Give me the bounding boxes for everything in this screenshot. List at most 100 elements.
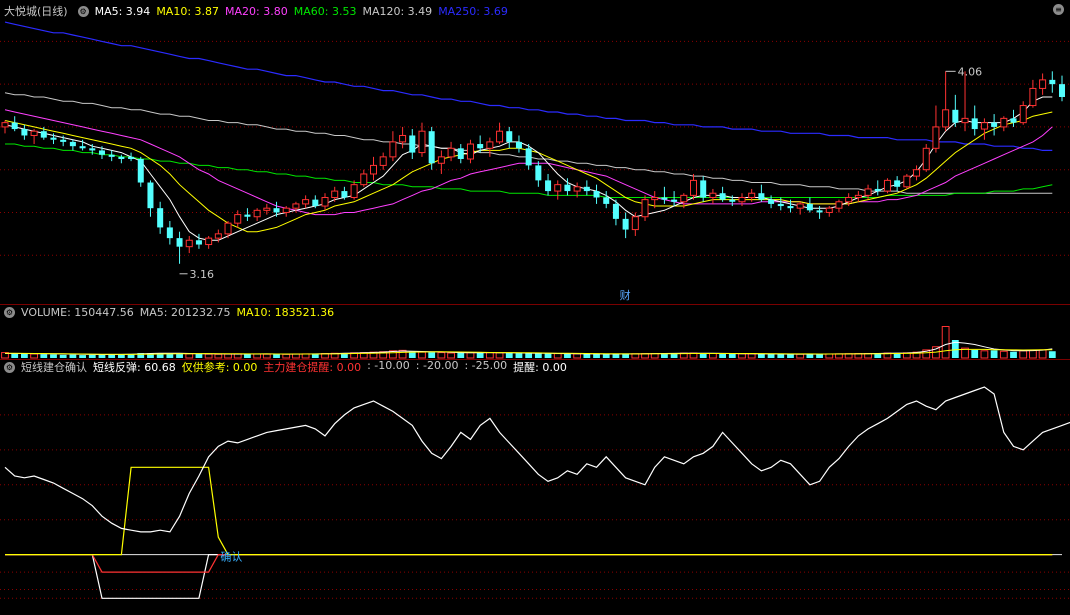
volume-bar: [728, 353, 736, 358]
candle-body: [816, 210, 823, 213]
finance-event-marker: 财: [620, 288, 631, 302]
candle-body: [651, 196, 659, 201]
candle-body: [932, 126, 940, 149]
volume-bar: [787, 354, 794, 358]
volume-legend-item: MA10: 183521.36: [236, 305, 335, 319]
candle-body: [864, 188, 872, 196]
volume-bar: [990, 350, 998, 358]
volume-legend-items: VOLUME: 150447.56 MA5: 201232.75 MA10: 183…: [21, 306, 340, 319]
ma120-line: [4, 92, 1053, 194]
high-price-label: 4.06: [958, 65, 983, 78]
indicator-legend-item: : -20.00: [415, 359, 459, 372]
volume-legend-item: MA5: 201232.75: [139, 305, 231, 319]
volume-bar: [757, 353, 765, 358]
candle-body: [748, 192, 756, 198]
candle-body: [466, 143, 474, 160]
candle-body: [118, 156, 125, 159]
candle-body: [399, 134, 407, 143]
candle-body: [603, 197, 610, 204]
panel-toggle-icon[interactable]: ≡: [1053, 4, 1064, 15]
candle-body: [1010, 118, 1017, 123]
candle-body: [147, 182, 154, 209]
candle-body: [719, 193, 726, 200]
indicator-legend: ⚙ 短线建仓确认 短线反弹: 60.68 仅供参考: 0.00 主力建仓提醒: 0.0…: [0, 358, 579, 376]
volume-bar: [593, 354, 600, 358]
candle-body: [273, 208, 280, 213]
price-legend-item: MA20: 3.80: [225, 4, 288, 18]
volume-bar: [612, 354, 620, 358]
candle-body: [30, 130, 38, 136]
volume-bar: [747, 353, 756, 359]
candle-body: [263, 207, 271, 211]
candle-body: [564, 184, 571, 192]
candle-body: [21, 129, 28, 136]
settings-icon[interactable]: ⚙: [77, 5, 89, 17]
volume-bar: [709, 353, 717, 359]
indicator-settings-icon[interactable]: ⚙: [4, 361, 15, 373]
candle-body: [758, 193, 765, 200]
candle-body: [224, 222, 232, 235]
volume-legend-item: VOLUME: 150447.56: [21, 305, 134, 319]
price-legend-item: MA5: 3.94: [94, 4, 151, 18]
volume-settings-icon[interactable]: ⚙: [4, 306, 15, 318]
candle-body: [282, 207, 290, 213]
candle-body: [89, 148, 96, 151]
candle-body: [205, 237, 213, 246]
volume-bar: [941, 326, 950, 359]
candle-body: [360, 173, 368, 186]
candle-body: [486, 141, 494, 149]
candle-body: [854, 194, 862, 198]
candle-body: [40, 131, 47, 138]
candle-body: [369, 164, 378, 175]
candle-body: [437, 156, 445, 164]
volume-legend: ⚙ VOLUME: 150447.56 MA5: 201232.75 MA10: 1…: [0, 303, 346, 321]
volume-bar: [583, 353, 591, 358]
candle-body: [845, 196, 853, 203]
candle-body: [631, 216, 639, 231]
candle-body: [496, 130, 504, 143]
candle-body: [195, 240, 202, 245]
volume-bar: [777, 354, 785, 358]
candle-body: [554, 184, 562, 192]
candle-body: [447, 147, 455, 158]
indicator-legend-item: : -25.00: [464, 359, 508, 372]
indicator-legend-item: 短线建仓确认: [21, 361, 87, 374]
candle-body: [389, 141, 397, 158]
candle-body: [1049, 79, 1056, 85]
candle-body: [952, 109, 959, 123]
candle-body: [157, 208, 164, 228]
candle-body: [506, 131, 513, 142]
candle-body: [535, 165, 542, 181]
candle-body: [341, 191, 348, 198]
candle-body: [903, 175, 911, 188]
candle-body: [894, 180, 901, 187]
candle-body: [942, 109, 950, 128]
candle-body: [573, 186, 581, 192]
volume-bar: [971, 349, 979, 358]
candle-body: [50, 137, 57, 140]
volume-bar: [1038, 349, 1047, 359]
indicator-legend-item: : -10.00: [367, 359, 410, 372]
candle-body: [980, 122, 988, 130]
candle-body: [1019, 105, 1027, 124]
price-legend-item: MA120: 3.49: [362, 4, 433, 18]
candle-body: [1039, 79, 1047, 89]
candle-body: [428, 131, 435, 164]
candle-body: [835, 201, 843, 209]
candle-body: [612, 203, 619, 219]
volume-bar: [1010, 351, 1017, 358]
candle-body: [350, 184, 358, 198]
candle-body: [971, 118, 978, 130]
candle-body: [79, 146, 86, 149]
candle-body: [777, 203, 784, 207]
candle-body: [641, 199, 649, 218]
stock-title: 大悦城(日线): [4, 5, 68, 18]
candle-body: [545, 180, 552, 192]
price-legend-item: MA60: 3.53: [293, 4, 357, 18]
candle-body: [108, 154, 115, 157]
indicator-legend-items: 短线建仓确认 短线反弹: 60.68 仅供参考: 0.00 主力建仓提醒: 0.00:…: [21, 359, 573, 375]
candle-body: [768, 199, 775, 204]
candle-body: [922, 147, 930, 171]
volume-bar: [1019, 350, 1028, 359]
candle-body: [583, 186, 590, 192]
